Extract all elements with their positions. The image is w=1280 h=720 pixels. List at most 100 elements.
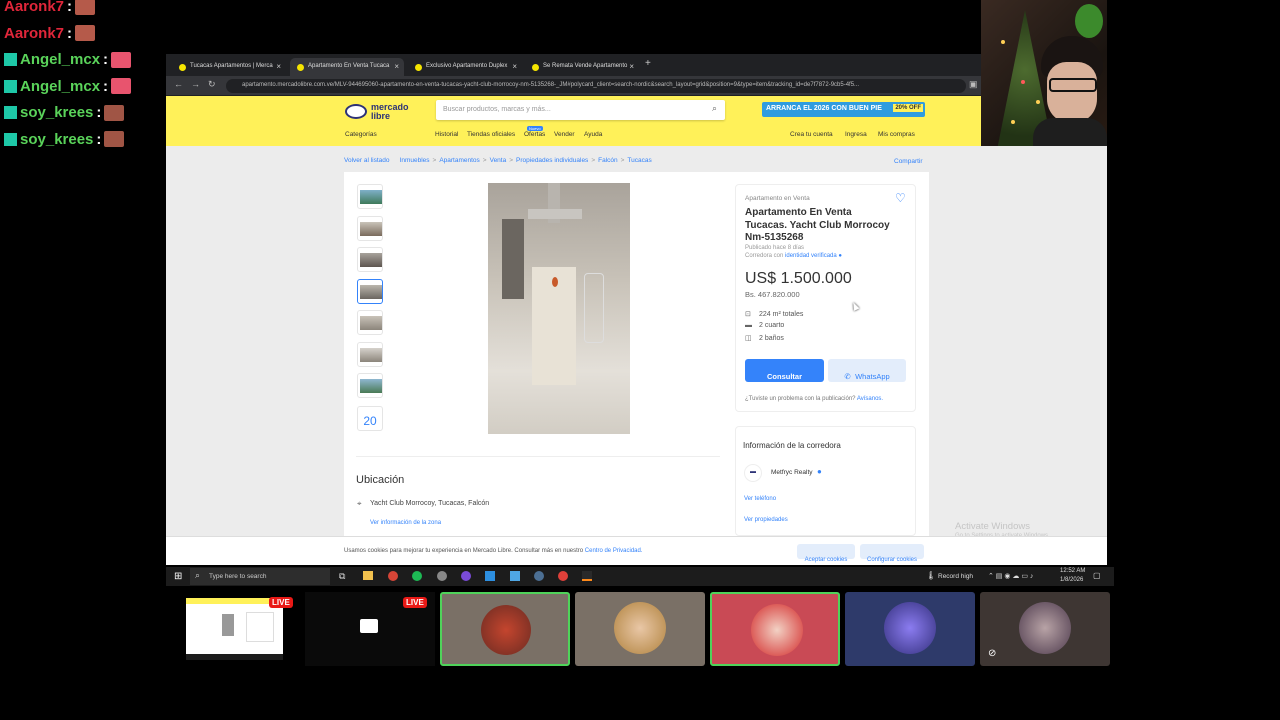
- close-tab-icon[interactable]: ×: [394, 62, 399, 71]
- photo-thumbnail[interactable]: [357, 373, 383, 398]
- report-link[interactable]: Avísanos.: [857, 396, 883, 402]
- ofertas-badge: Nuevo: [527, 126, 543, 131]
- obs-icon[interactable]: [437, 571, 447, 581]
- chat-message: Angel_mcx:: [4, 51, 132, 68]
- back-icon[interactable]: ←: [174, 79, 183, 89]
- thumbnail-image: [360, 316, 382, 330]
- favorite-heart-icon[interactable]: ♡: [895, 191, 906, 205]
- forward-icon[interactable]: →: [191, 79, 200, 89]
- guest-tile-2[interactable]: [575, 592, 705, 666]
- app-icon[interactable]: [461, 571, 471, 581]
- nav-vender[interactable]: Vender: [554, 131, 575, 138]
- agency-name[interactable]: Metfryc Realty: [771, 469, 813, 476]
- vscode-icon[interactable]: [485, 571, 495, 581]
- clock-date[interactable]: 1/8/2026: [1060, 577, 1083, 583]
- browser-tab[interactable]: Tucacas Apartamentos | Merca ×: [172, 58, 286, 76]
- back-to-list-link[interactable]: Volver al listado: [344, 157, 390, 164]
- browser-tab[interactable]: Apartamento En Venta Tucaca ×: [290, 58, 404, 76]
- browser-tab[interactable]: Exclusivo Apartamento Duplex ×: [408, 58, 522, 76]
- guest-tile-4[interactable]: [845, 592, 975, 666]
- breadcrumb-item[interactable]: Tucacas: [627, 157, 651, 164]
- location-divider: [356, 456, 720, 457]
- windows-start-icon[interactable]: ⊞: [174, 571, 182, 582]
- app-icon[interactable]: [558, 571, 568, 581]
- nav-tiendas[interactable]: Tiendas oficiales: [467, 131, 515, 138]
- new-tab-button[interactable]: +: [645, 58, 651, 69]
- clock-time[interactable]: 12:52 AM: [1060, 568, 1085, 574]
- ver-telefono-link[interactable]: Ver teléfono: [744, 496, 776, 502]
- close-tab-icon[interactable]: ×: [629, 62, 634, 71]
- chat-username[interactable]: Aaronk7: [4, 0, 64, 15]
- chat-username[interactable]: soy_krees: [20, 131, 93, 148]
- spotify-icon[interactable]: [412, 571, 422, 581]
- screen-share-thumb[interactable]: [186, 598, 283, 660]
- nav-ofertas[interactable]: Ofertas: [524, 131, 545, 138]
- consult-button[interactable]: Consultar: [745, 359, 824, 382]
- photo-thumbnail[interactable]: [357, 310, 383, 335]
- accept-cookies-button[interactable]: Aceptar cookies: [797, 544, 855, 563]
- streamer-webcam: [981, 0, 1107, 169]
- ver-propiedades-link[interactable]: Ver propiedades: [744, 517, 788, 523]
- app-icon[interactable]: [582, 571, 592, 581]
- chat-username[interactable]: Aaronk7: [4, 25, 64, 42]
- zone-info-link[interactable]: Ver información de la zona: [370, 520, 441, 526]
- live-badge: LIVE: [269, 597, 293, 608]
- reload-icon[interactable]: ↻: [208, 79, 216, 90]
- tray-icons[interactable]: ⌃ ▤ ◉ ☁ ▭ ♪: [988, 572, 1033, 580]
- search-icon[interactable]: ⌕: [712, 103, 717, 114]
- privacy-link[interactable]: Centro de Privacidad.: [585, 548, 643, 554]
- chat-separator: :: [96, 130, 102, 148]
- problem-line: ¿Tuviste un problema con la publicación?…: [745, 396, 884, 402]
- browser-tab[interactable]: Se Remata Vende Apartamento ×: [525, 58, 639, 76]
- more-photos-button[interactable]: 20: [357, 406, 383, 431]
- chat-username[interactable]: soy_krees: [20, 104, 93, 121]
- breadcrumb-item[interactable]: Inmuebles: [400, 157, 430, 164]
- photo-thumbnail[interactable]: [357, 341, 383, 367]
- app-icon[interactable]: [510, 571, 520, 581]
- nav-ayuda[interactable]: Ayuda: [584, 131, 602, 138]
- search-input[interactable]: Buscar productos, marcas y más... ⌕: [436, 100, 725, 120]
- guest-tile-5[interactable]: ⊘: [980, 592, 1110, 666]
- steam-icon[interactable]: [534, 571, 544, 581]
- task-view-icon[interactable]: ⧉: [339, 571, 345, 582]
- config-cookies-button[interactable]: Configurar cookies: [860, 544, 924, 563]
- chat-separator: :: [96, 104, 102, 121]
- close-tab-icon[interactable]: ×: [276, 62, 281, 71]
- thumbnail-image: [360, 253, 382, 267]
- nav-mis-compras[interactable]: Mis compras: [878, 131, 915, 138]
- breadcrumb-separator: >: [482, 157, 487, 164]
- subscriber-badge-icon: [4, 106, 17, 119]
- taskbar-search[interactable]: ⌕ Type here to search: [190, 568, 330, 585]
- breadcrumb-item[interactable]: Propiedades individuales: [516, 157, 588, 164]
- chrome-icon[interactable]: [388, 571, 398, 581]
- photo-thumbnail[interactable]: [357, 184, 383, 209]
- cast-icon[interactable]: ▣: [969, 79, 978, 90]
- photo-thumbnail[interactable]: [357, 215, 383, 241]
- explorer-icon[interactable]: [363, 571, 373, 580]
- guest-tile-3[interactable]: [710, 592, 840, 666]
- favicon-icon: [415, 64, 422, 71]
- whatsapp-button[interactable]: ✆ WhatsApp: [828, 359, 906, 382]
- breadcrumb-item[interactable]: Venta: [490, 157, 507, 164]
- nav-historial[interactable]: Historial: [435, 131, 458, 138]
- photo-thumbnail[interactable]: [357, 247, 383, 272]
- promo-banner[interactable]: ARRANCA EL 2026 CON BUEN PIE 20% OFF: [762, 102, 925, 117]
- nav-ingresa[interactable]: Ingresa: [845, 131, 867, 138]
- url-field[interactable]: apartamento.mercadolibre.com.ve/MLV-9446…: [226, 79, 966, 93]
- weather-text[interactable]: Record high: [938, 573, 973, 580]
- main-photo[interactable]: [488, 183, 630, 434]
- nav-crea-cuenta[interactable]: Crea tu cuenta: [790, 131, 833, 138]
- chat-username[interactable]: Angel_mcx: [20, 78, 100, 95]
- guest-tile-1[interactable]: [440, 592, 570, 666]
- photo-thumbnail[interactable]: [357, 278, 383, 304]
- share-link[interactable]: Compartir: [894, 158, 923, 165]
- verified-link[interactable]: identidad verificada: [785, 253, 837, 259]
- notification-icon[interactable]: ▢: [1093, 571, 1101, 580]
- nav-categorias[interactable]: Categorías: [345, 131, 377, 138]
- breadcrumb-item[interactable]: Apartamentos: [439, 157, 479, 164]
- close-tab-icon[interactable]: ×: [512, 62, 517, 71]
- avatar: [481, 605, 531, 655]
- breadcrumb-item[interactable]: Falcón: [598, 157, 618, 164]
- chat-username[interactable]: Angel_mcx: [20, 51, 100, 68]
- logo[interactable]: mercado libre: [345, 101, 415, 121]
